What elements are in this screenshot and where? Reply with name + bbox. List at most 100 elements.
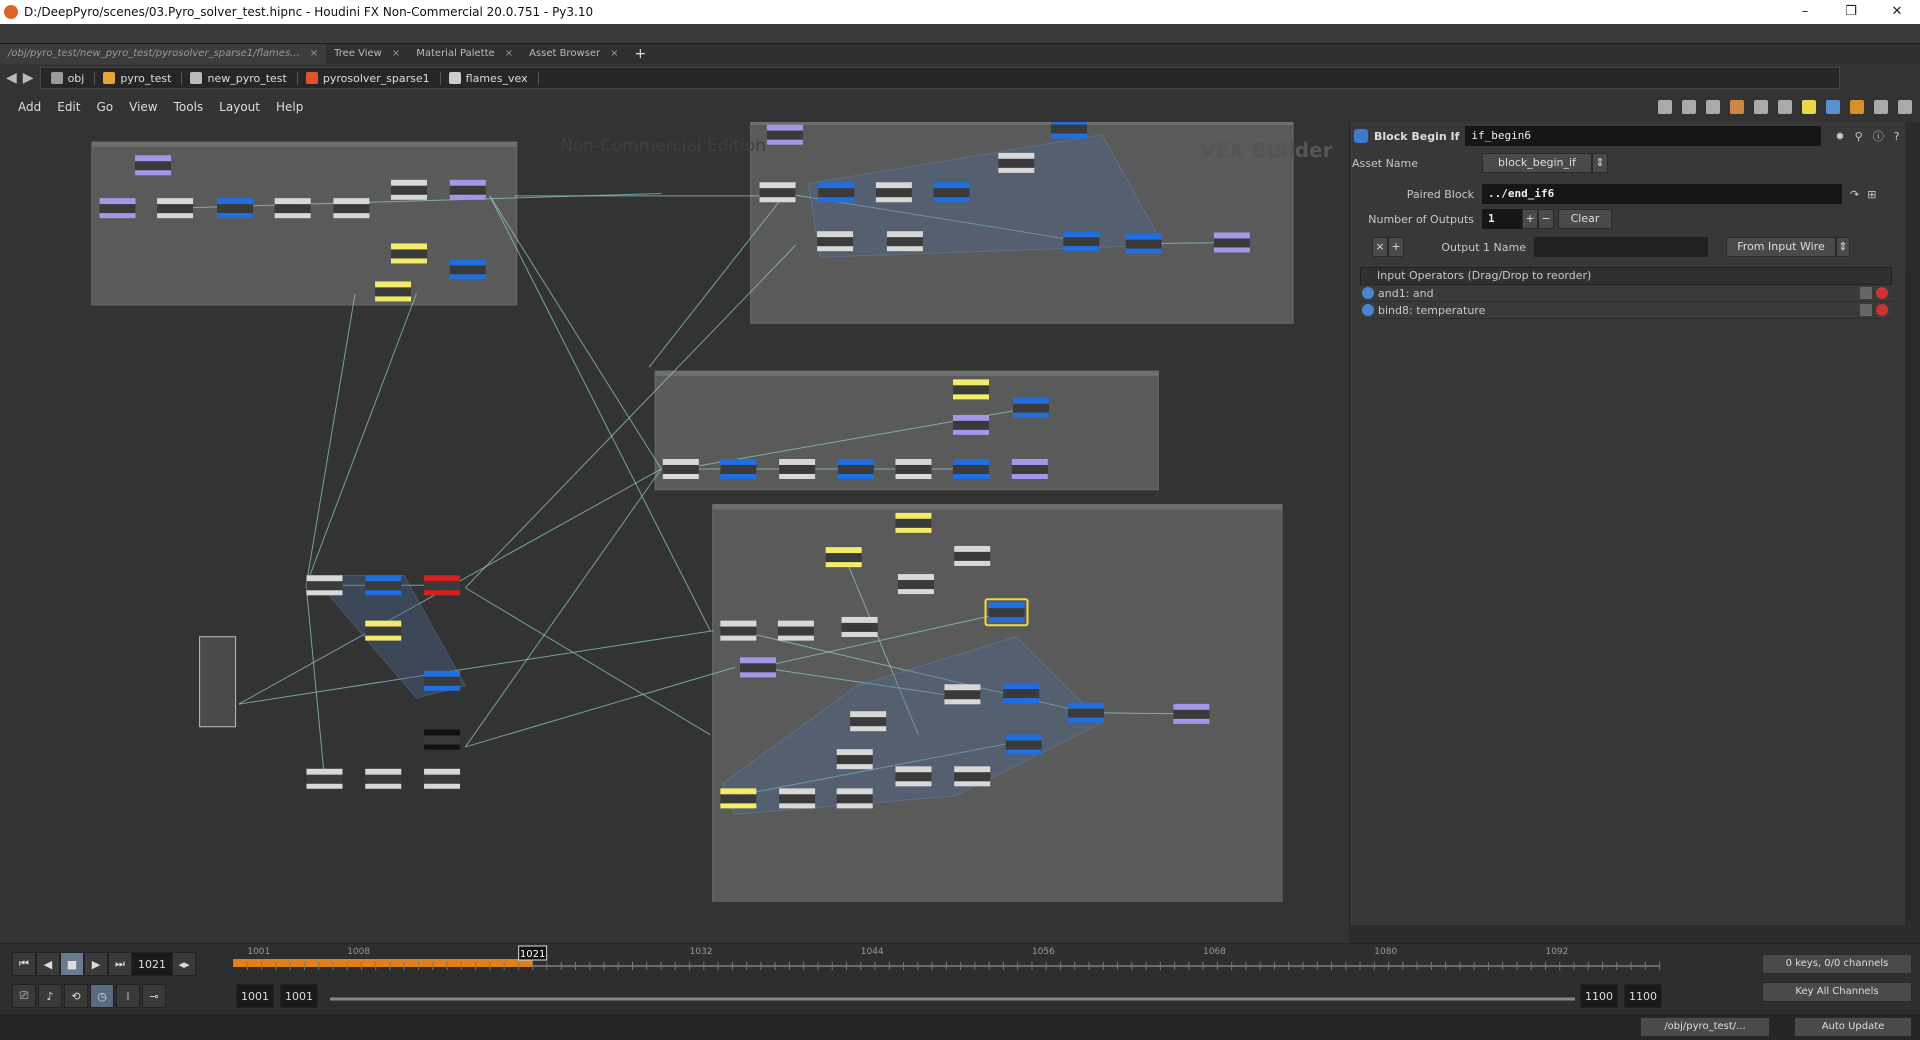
node[interactable]	[953, 414, 990, 421]
node-body[interactable]	[1125, 239, 1162, 249]
node-footer[interactable]	[933, 197, 970, 203]
node-footer[interactable]	[988, 617, 1025, 623]
node[interactable]	[662, 458, 699, 465]
node-body[interactable]	[944, 690, 981, 700]
node[interactable]	[390, 179, 427, 186]
node[interactable]	[424, 670, 461, 677]
node-footer[interactable]	[157, 213, 194, 219]
node[interactable]	[720, 788, 757, 795]
node[interactable]	[817, 231, 854, 238]
node-graph[interactable]	[0, 122, 1349, 943]
input-operator-row[interactable]: bind8: temperature	[1360, 302, 1892, 319]
node[interactable]	[850, 711, 887, 718]
node[interactable]	[449, 179, 486, 186]
clear-button[interactable]: Clear	[1558, 209, 1612, 229]
forward-icon[interactable]: ▶	[23, 70, 34, 86]
node-footer[interactable]	[841, 631, 878, 637]
node[interactable]	[988, 602, 1025, 609]
node-footer[interactable]	[1013, 412, 1050, 418]
increment-button[interactable]: +	[1522, 209, 1538, 229]
node[interactable]	[720, 620, 757, 627]
node-footer[interactable]	[306, 590, 343, 596]
node-footer[interactable]	[779, 473, 816, 479]
node[interactable]	[825, 547, 862, 554]
jump-icon[interactable]: ↷	[1850, 188, 1859, 201]
output-mode-arrows[interactable]: ⇕	[1836, 237, 1850, 257]
node[interactable]	[274, 198, 311, 205]
info-icon[interactable]: ⓘ	[1873, 128, 1884, 144]
output1-name-field[interactable]	[1534, 237, 1708, 257]
node-body[interactable]	[759, 188, 796, 198]
node-body[interactable]	[933, 188, 970, 198]
breadcrumb-item[interactable]: obj	[47, 71, 96, 85]
node[interactable]	[424, 729, 461, 736]
node-body[interactable]	[1050, 124, 1087, 134]
node-body[interactable]	[424, 676, 461, 686]
node-footer[interactable]	[953, 473, 990, 479]
node[interactable]	[886, 231, 923, 238]
tab-tree-view[interactable]: Tree View ×	[326, 44, 408, 64]
node-footer[interactable]	[1005, 749, 1042, 755]
node-footer[interactable]	[720, 803, 757, 809]
node[interactable]	[365, 575, 402, 582]
node-footer[interactable]	[99, 213, 136, 219]
menu-go[interactable]: Go	[96, 100, 113, 114]
node-body[interactable]	[953, 385, 990, 395]
node[interactable]	[836, 749, 873, 756]
node[interactable]	[759, 182, 796, 189]
menu-help[interactable]: Help	[276, 100, 303, 114]
node-footer[interactable]	[953, 394, 990, 400]
node[interactable]	[449, 259, 486, 266]
node-footer[interactable]	[333, 213, 370, 219]
node[interactable]	[135, 155, 172, 162]
node-body[interactable]	[998, 158, 1035, 168]
node[interactable]	[217, 198, 254, 205]
node-body[interactable]	[424, 581, 461, 591]
range-start2-field[interactable]: 1001	[280, 984, 318, 1008]
node-body[interactable]	[135, 161, 172, 171]
node-footer[interactable]	[1011, 473, 1048, 479]
node-body[interactable]	[953, 464, 990, 474]
network-box-header[interactable]	[655, 371, 1159, 377]
update-mode-dropdown[interactable]: Auto Update	[1794, 1017, 1912, 1037]
range-end-field[interactable]: 1100	[1580, 984, 1618, 1008]
node[interactable]	[720, 458, 757, 465]
node-body[interactable]	[1011, 464, 1048, 474]
node-footer[interactable]	[449, 194, 486, 200]
node[interactable]	[306, 768, 343, 775]
node-footer[interactable]	[759, 197, 796, 203]
node-footer[interactable]	[1173, 718, 1210, 724]
node[interactable]	[1011, 458, 1048, 465]
close-tab-icon[interactable]: ×	[392, 44, 400, 64]
node-footer[interactable]	[739, 672, 776, 678]
node-body[interactable]	[886, 237, 923, 247]
node-body[interactable]	[988, 608, 1025, 618]
decrement-button[interactable]: −	[1538, 209, 1554, 229]
node-body[interactable]	[333, 204, 370, 214]
paired-block-field[interactable]: ../end_if6	[1482, 184, 1842, 204]
subnet-node[interactable]	[199, 636, 237, 728]
node-body[interactable]	[365, 774, 402, 784]
node-body[interactable]	[1013, 403, 1050, 413]
node-footer[interactable]	[818, 197, 855, 203]
node[interactable]	[779, 458, 816, 465]
menu-view[interactable]: View	[129, 100, 157, 114]
node-footer[interactable]	[662, 473, 699, 479]
node-body[interactable]	[779, 464, 816, 474]
node-footer[interactable]	[777, 635, 814, 641]
node-footer[interactable]	[1068, 717, 1105, 723]
node-footer[interactable]	[897, 589, 934, 595]
node-footer[interactable]	[365, 783, 402, 789]
node[interactable]	[944, 684, 981, 691]
node[interactable]	[333, 198, 370, 205]
keys-info[interactable]: 0 keys, 0/0 channels	[1762, 954, 1912, 974]
network-box-icon[interactable]	[1778, 100, 1792, 114]
node[interactable]	[779, 788, 816, 795]
network-box-header[interactable]	[91, 142, 517, 148]
node-footer[interactable]	[217, 213, 254, 219]
node-body[interactable]	[99, 204, 136, 214]
insert-output-button[interactable]: +	[1388, 237, 1404, 257]
back-icon[interactable]: ◀	[6, 70, 17, 86]
node-body[interactable]	[1063, 237, 1100, 247]
node-footer[interactable]	[817, 246, 854, 252]
